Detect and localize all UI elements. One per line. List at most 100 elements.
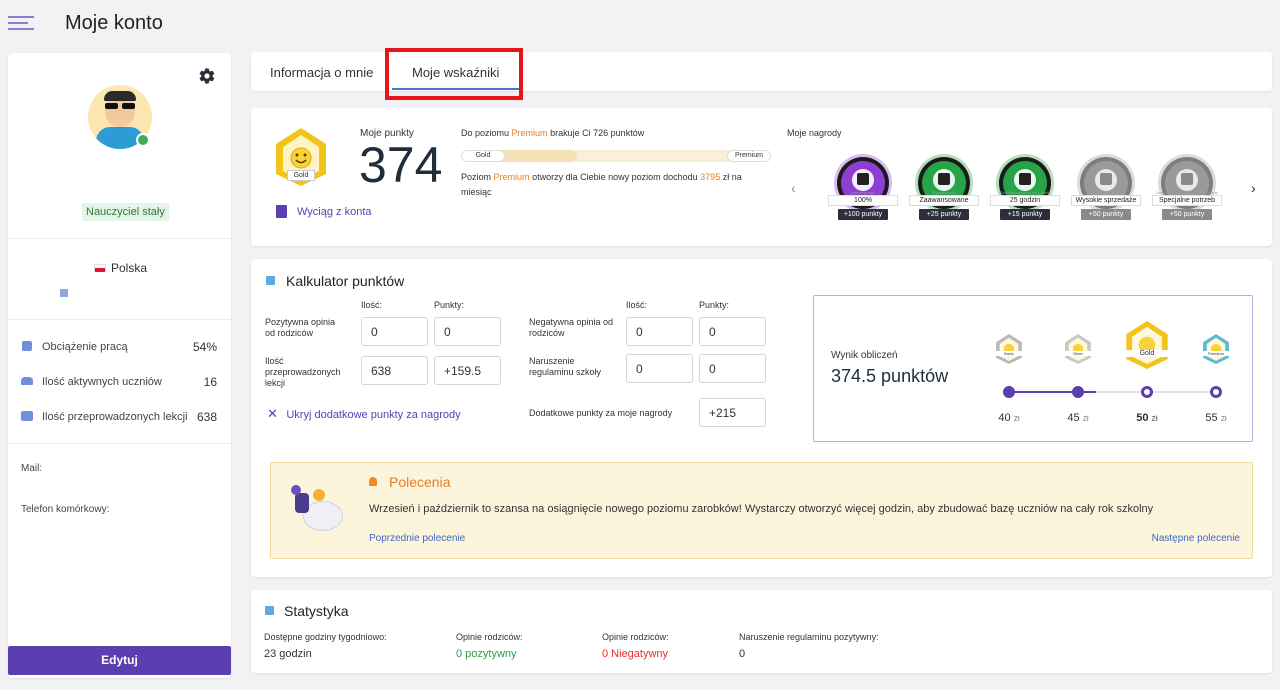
person-icon — [1181, 173, 1193, 185]
level-progress-bar: Gold Premium — [461, 150, 771, 162]
rules-violation-pts[interactable] — [699, 354, 766, 383]
stat-workload: Obciążenie pracą 54% — [8, 338, 231, 356]
verified-icon — [136, 133, 150, 147]
rules-violation-label: Naruszenie regulaminu szkoły — [529, 356, 602, 377]
level-dot[interactable] — [1003, 386, 1015, 398]
reward-name: Wysokie sprzedaże — [1071, 195, 1141, 206]
calculator-card: Kalkulator punktów Ilość: Punkty: Ilość:… — [251, 259, 1272, 577]
statistics-card: Statystyka Dostępne godziny tygodniowo: … — [251, 590, 1272, 673]
stat-rules-violation: Naruszenie regulaminu pozytywny: 0 — [739, 632, 879, 660]
next-recommendation-link[interactable]: Następne polecenie — [1152, 533, 1240, 544]
lessons-label: Ilość przeprowadzonych lekcji — [265, 356, 341, 388]
missing-text: Do poziomu Premium brakuje Ci 726 punktó… — [461, 128, 645, 138]
role-badge: Nauczyciel stały — [82, 203, 169, 221]
mail-label: Mail: — [21, 463, 43, 474]
premium-info: Poziom Premium otworzy dla Ciebie nowy p… — [461, 172, 742, 197]
watch-icon — [1019, 173, 1031, 185]
level-badge: Gold — [1125, 321, 1169, 369]
calculator-icon — [266, 276, 275, 285]
reward-badge[interactable]: Dzieci ze szczególnymi potrzebami Specjal… — [1152, 153, 1222, 233]
reward-badge[interactable]: Kompetencja 100% +100 punkty — [828, 153, 898, 233]
phone-label: Telefon komórkowy: — [21, 504, 110, 515]
points-card: Gold Moje punkty 374 Wyciąg z konta Do p… — [251, 108, 1272, 246]
progress-start-label: Gold — [461, 150, 505, 162]
lessons-pts[interactable] — [434, 356, 501, 385]
level-price: 55 Zł — [1205, 412, 1227, 424]
money-icon — [1100, 173, 1112, 185]
reward-badge[interactable]: Wyposażenie Zaawansowane +25 punkty — [909, 153, 979, 233]
reward-points: +15 punkty — [1000, 209, 1050, 220]
level-badge: Basic — [996, 334, 1022, 364]
level-badge: Silver — [1065, 334, 1091, 364]
gear-icon[interactable] — [198, 67, 216, 85]
tab-info[interactable]: Informacja o mnie — [270, 65, 373, 80]
previous-recommendation-link[interactable]: Poprzednie polecenie — [369, 533, 465, 544]
gold-level-badge: Gold — [276, 128, 326, 186]
rewards-title: Moje nagrody — [787, 128, 842, 138]
stat-hours: Dostępne godziny tygodniowo: 23 godzin — [264, 632, 387, 660]
extra-points-input[interactable] — [699, 398, 766, 427]
close-icon: ✕ — [267, 406, 278, 421]
calculator-title: Kalkulator punktów — [286, 273, 405, 289]
extra-points-label: Dodatkowe punkty za moje nagrody — [529, 408, 673, 418]
piggy-bank-illustration — [289, 481, 349, 541]
bell-icon — [369, 477, 377, 486]
workload-icon — [22, 341, 32, 351]
reward-name: Specjalne potrzeb — [1152, 195, 1222, 206]
rules-violation-qty[interactable] — [626, 354, 693, 383]
stat-negative-opinions: Opinie rodziców: 0 Niegatywny — [602, 632, 669, 660]
positive-opinion-pts[interactable] — [434, 317, 501, 346]
reward-badge[interactable]: Doświadczenie w nauczaniu 25 godzin +15 pu… — [990, 153, 1060, 233]
flag-icon — [94, 264, 106, 272]
recommendation-box: Polecenia Wrzesień i październik to szan… — [270, 462, 1253, 559]
profile-card: Nauczyciel stały Polska Obciążenie pracą… — [8, 53, 231, 678]
recommendation-title: Polecenia — [389, 474, 451, 490]
level-price: 45 Zł — [1067, 412, 1089, 424]
reward-name: 25 godzin — [990, 195, 1060, 206]
stat-positive-opinions: Opinie rodziców: 0 pozytywny — [456, 632, 523, 660]
country-label: Polska — [111, 261, 148, 275]
rewards-row: Kompetencja 100% +100 punkty Wyposażenie Zaa… — [828, 153, 1238, 233]
reward-name: 100% — [828, 195, 898, 206]
document-icon — [276, 205, 287, 218]
reward-points: +25 punkty — [919, 209, 969, 220]
reward-badge[interactable]: Pieniądze Wysokie sprzedaże +50 punkty — [1071, 153, 1141, 233]
rewards-prev-icon[interactable]: ‹ — [791, 180, 796, 196]
negative-opinion-label: Negatywna opinia od rodziców — [529, 317, 614, 338]
rewards-next-icon[interactable]: › — [1251, 180, 1256, 196]
levels-track: Basic 40 Zł Silver 45 Zł Gold 50 Zł Premium 55 … — [989, 316, 1229, 436]
reward-points: +100 punkty — [838, 209, 888, 220]
result-value: 374.5 punktów — [831, 366, 949, 386]
level-dot[interactable] — [1141, 386, 1153, 398]
progress-end-label: Premium — [727, 150, 771, 162]
result-label: Wynik obliczeń — [831, 350, 898, 361]
cake-icon — [60, 289, 68, 297]
level-dot[interactable] — [1210, 386, 1222, 398]
statistics-title: Statystyka — [284, 603, 349, 619]
level-price: 40 Zł — [998, 412, 1020, 424]
reward-points: +50 punkty — [1162, 209, 1212, 220]
positive-opinion-qty[interactable] — [361, 317, 428, 346]
equipment-icon — [938, 173, 950, 185]
id-card-icon — [21, 411, 33, 421]
hide-extra-points-link[interactable]: ✕ Ukryj dodatkowe punkty za nagrody — [267, 405, 461, 421]
page-title: Moje konto — [65, 12, 163, 34]
chart-icon — [265, 606, 274, 615]
level-dot[interactable] — [1072, 386, 1084, 398]
people-icon — [21, 377, 33, 385]
menu-icon[interactable] — [8, 14, 34, 32]
positive-opinion-label: Pozytywna opinia od rodziców — [265, 317, 336, 338]
recommendation-text: Wrzesień i październik to szansa na osią… — [369, 503, 1154, 515]
result-panel: Wynik obliczeń 374.5 punktów Basic 40 Zł S… — [813, 295, 1253, 442]
negative-opinion-qty[interactable] — [626, 317, 693, 346]
level-price: 50 Zł — [1136, 412, 1158, 424]
level-badge: Premium — [1203, 334, 1229, 364]
stat-lessons: Ilość przeprowadzonych lekcji 638 — [8, 408, 231, 426]
reward-name: Zaawansowane — [909, 195, 979, 206]
lessons-qty[interactable] — [361, 356, 428, 385]
tools-icon — [857, 173, 869, 185]
negative-opinion-pts[interactable] — [699, 317, 766, 346]
reward-points: +50 punkty — [1081, 209, 1131, 220]
points-value: 374 — [359, 137, 443, 193]
edit-button[interactable]: Edytuj — [8, 646, 231, 675]
